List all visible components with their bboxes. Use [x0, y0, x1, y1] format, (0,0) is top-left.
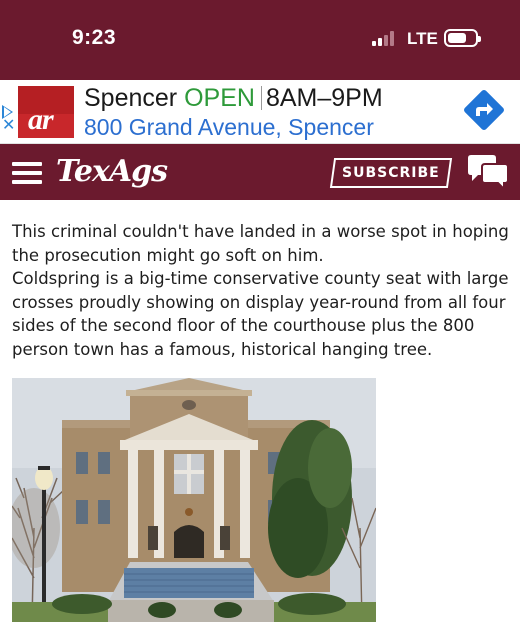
ad-address-link[interactable]: 800 Grand Avenue, Spencer [84, 114, 374, 141]
courthouse-image [12, 378, 376, 622]
ad-headline[interactable]: Spencer OPEN 8AM–9PM [84, 84, 383, 113]
subscribe-label: SUBSCRIBE [342, 165, 440, 181]
advertiser-logo: ar [18, 86, 74, 138]
status-time: 9:23 [72, 26, 117, 49]
status-bar: 9:23 LTE [0, 0, 520, 80]
courthouse-photo[interactable] [12, 378, 376, 622]
subscribe-button[interactable]: SUBSCRIBE [329, 158, 453, 188]
logo-text: ar [28, 103, 54, 136]
directions-arrow-icon[interactable] [462, 88, 506, 132]
site-logo[interactable]: TexAgs [56, 154, 168, 189]
article-body: This criminal couldn't have landed in a … [12, 220, 512, 361]
hamburger-menu-icon[interactable] [12, 162, 42, 184]
cellular-signal-icon [372, 30, 398, 46]
ad-open-label: OPEN [184, 84, 255, 112]
ad-hours: 8AM–9PM [265, 84, 383, 112]
article-paragraph: This criminal couldn't have landed in a … [12, 222, 509, 265]
article-paragraph: Coldspring is a big-time conservative co… [12, 269, 509, 359]
close-icon[interactable]: ✕ [2, 118, 15, 134]
network-type: LTE [407, 29, 438, 48]
ad-store-name: Spencer [84, 84, 178, 112]
battery-icon [444, 29, 481, 47]
chat-bubbles-icon[interactable] [466, 154, 510, 190]
